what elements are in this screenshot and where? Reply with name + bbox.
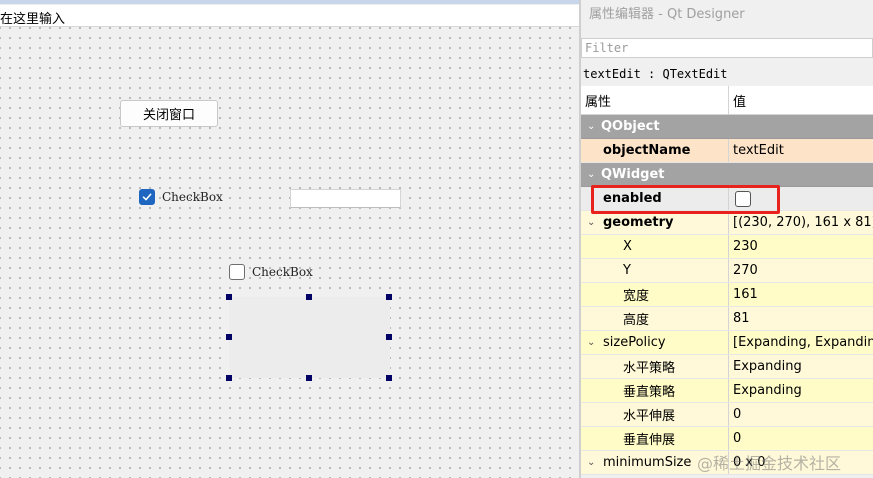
resize-handle-top[interactable] [306,294,312,300]
property-name: minimumSize [603,455,692,470]
property-name: X [623,239,632,254]
property-name: 宽度 [623,289,650,304]
expand-arrow-icon[interactable]: ⌄ [587,217,595,228]
line-edit-field[interactable] [290,189,401,208]
window-top-strip [0,0,579,4]
filter-input[interactable] [582,39,872,57]
property-row-vstretch[interactable]: 垂直伸展 0 [581,427,873,451]
property-row-geometry[interactable]: ⌄ geometry [(230, 270), 161 x 81] [581,211,873,235]
checkbox-empty-icon[interactable] [229,264,245,280]
input-text: 在这里输入 [0,12,66,27]
section-qobject[interactable]: ⌄ QObject [581,115,873,139]
property-name: objectName [603,143,691,158]
property-row-height[interactable]: 高度 81 [581,307,873,331]
property-table: 属性 值 ⌄ QObject objectName textEdit ⌄ QWi… [581,86,873,475]
header-value: 值 [733,94,747,110]
property-row-sizepolicy[interactable]: ⌄ sizePolicy [Expanding, Expanding, 0, 0… [581,331,873,355]
property-value[interactable]: 0 [733,407,741,422]
form-canvas[interactable]: 在这里输入 关闭窗口 CheckBox CheckBox [0,0,579,478]
property-name: sizePolicy [603,335,666,350]
property-value[interactable]: 81 [733,311,750,326]
checkbox-unchecked[interactable]: CheckBox [229,264,313,280]
checkbox-checked[interactable]: CheckBox [139,189,223,205]
filter-box[interactable] [581,38,873,58]
resize-handle-top-right[interactable] [386,294,392,300]
property-name: Y [623,263,631,278]
property-row-y[interactable]: Y 270 [581,259,873,283]
property-row-hpolicy[interactable]: 水平策略 Expanding [581,355,873,379]
property-value[interactable]: textEdit [733,143,784,158]
checkbox-label: CheckBox [252,265,313,279]
property-name: 高度 [623,313,650,328]
property-name: enabled [603,191,662,206]
enabled-checkbox[interactable] [735,190,751,207]
resize-handle-bottom-right[interactable] [386,375,392,381]
text-input-bar[interactable]: 在这里输入 [0,5,579,27]
checkbox-check-icon[interactable] [139,189,155,205]
property-name: geometry [603,215,674,230]
object-class-label: textEdit : QTextEdit [583,67,728,81]
property-value[interactable]: 270 [733,263,758,278]
property-value[interactable]: [(230, 270), 161 x 81] [733,215,873,230]
close-window-button[interactable]: 关闭窗口 [120,100,218,127]
selected-text-edit[interactable] [229,297,390,378]
resize-handle-bottom-left[interactable] [226,375,232,381]
resize-handle-bottom[interactable] [306,375,312,381]
property-value[interactable]: 0 x 0 [733,455,766,470]
section-qwidget[interactable]: ⌄ QWidget [581,163,873,187]
checkbox-label: CheckBox [162,190,223,204]
property-name: 垂直伸展 [623,433,676,448]
panel-title: 属性编辑器 - Qt Designer [589,7,745,22]
resize-handle-top-left[interactable] [226,294,232,300]
collapse-arrow-icon[interactable]: ⌄ [587,121,595,132]
resize-handle-left[interactable] [226,334,232,340]
property-row-width[interactable]: 宽度 161 [581,283,873,307]
resize-handle-right[interactable] [386,334,392,340]
collapse-arrow-icon[interactable]: ⌄ [587,169,595,180]
property-value[interactable]: [Expanding, Expanding, 0, 0] [733,335,873,350]
property-row-hstretch[interactable]: 水平伸展 0 [581,403,873,427]
table-header: 属性 值 [581,86,873,115]
section-label: QWidget [601,167,665,182]
property-value[interactable]: Expanding [733,383,802,398]
section-label: QObject [601,119,660,134]
header-property: 属性 [585,94,612,110]
property-name: 水平策略 [623,361,676,376]
property-value[interactable]: 0 [733,431,741,446]
property-name: 垂直策略 [623,385,676,400]
property-value[interactable]: 161 [733,287,758,302]
property-name: 水平伸展 [623,409,676,424]
expand-arrow-icon[interactable]: ⌄ [587,337,595,348]
property-value[interactable]: 230 [733,239,758,254]
property-row-vpolicy[interactable]: 垂直策略 Expanding [581,379,873,403]
property-row-objectname[interactable]: objectName textEdit [581,139,873,163]
property-row-enabled[interactable]: enabled [581,187,873,211]
expand-arrow-icon[interactable]: ⌄ [587,457,595,468]
property-value[interactable]: Expanding [733,359,802,374]
property-row-minimumsize[interactable]: ⌄ minimumSize 0 x 0 [581,451,873,475]
property-row-x[interactable]: X 230 [581,235,873,259]
property-editor-panel: 属性编辑器 - Qt Designer textEdit : QTextEdit… [581,0,873,478]
